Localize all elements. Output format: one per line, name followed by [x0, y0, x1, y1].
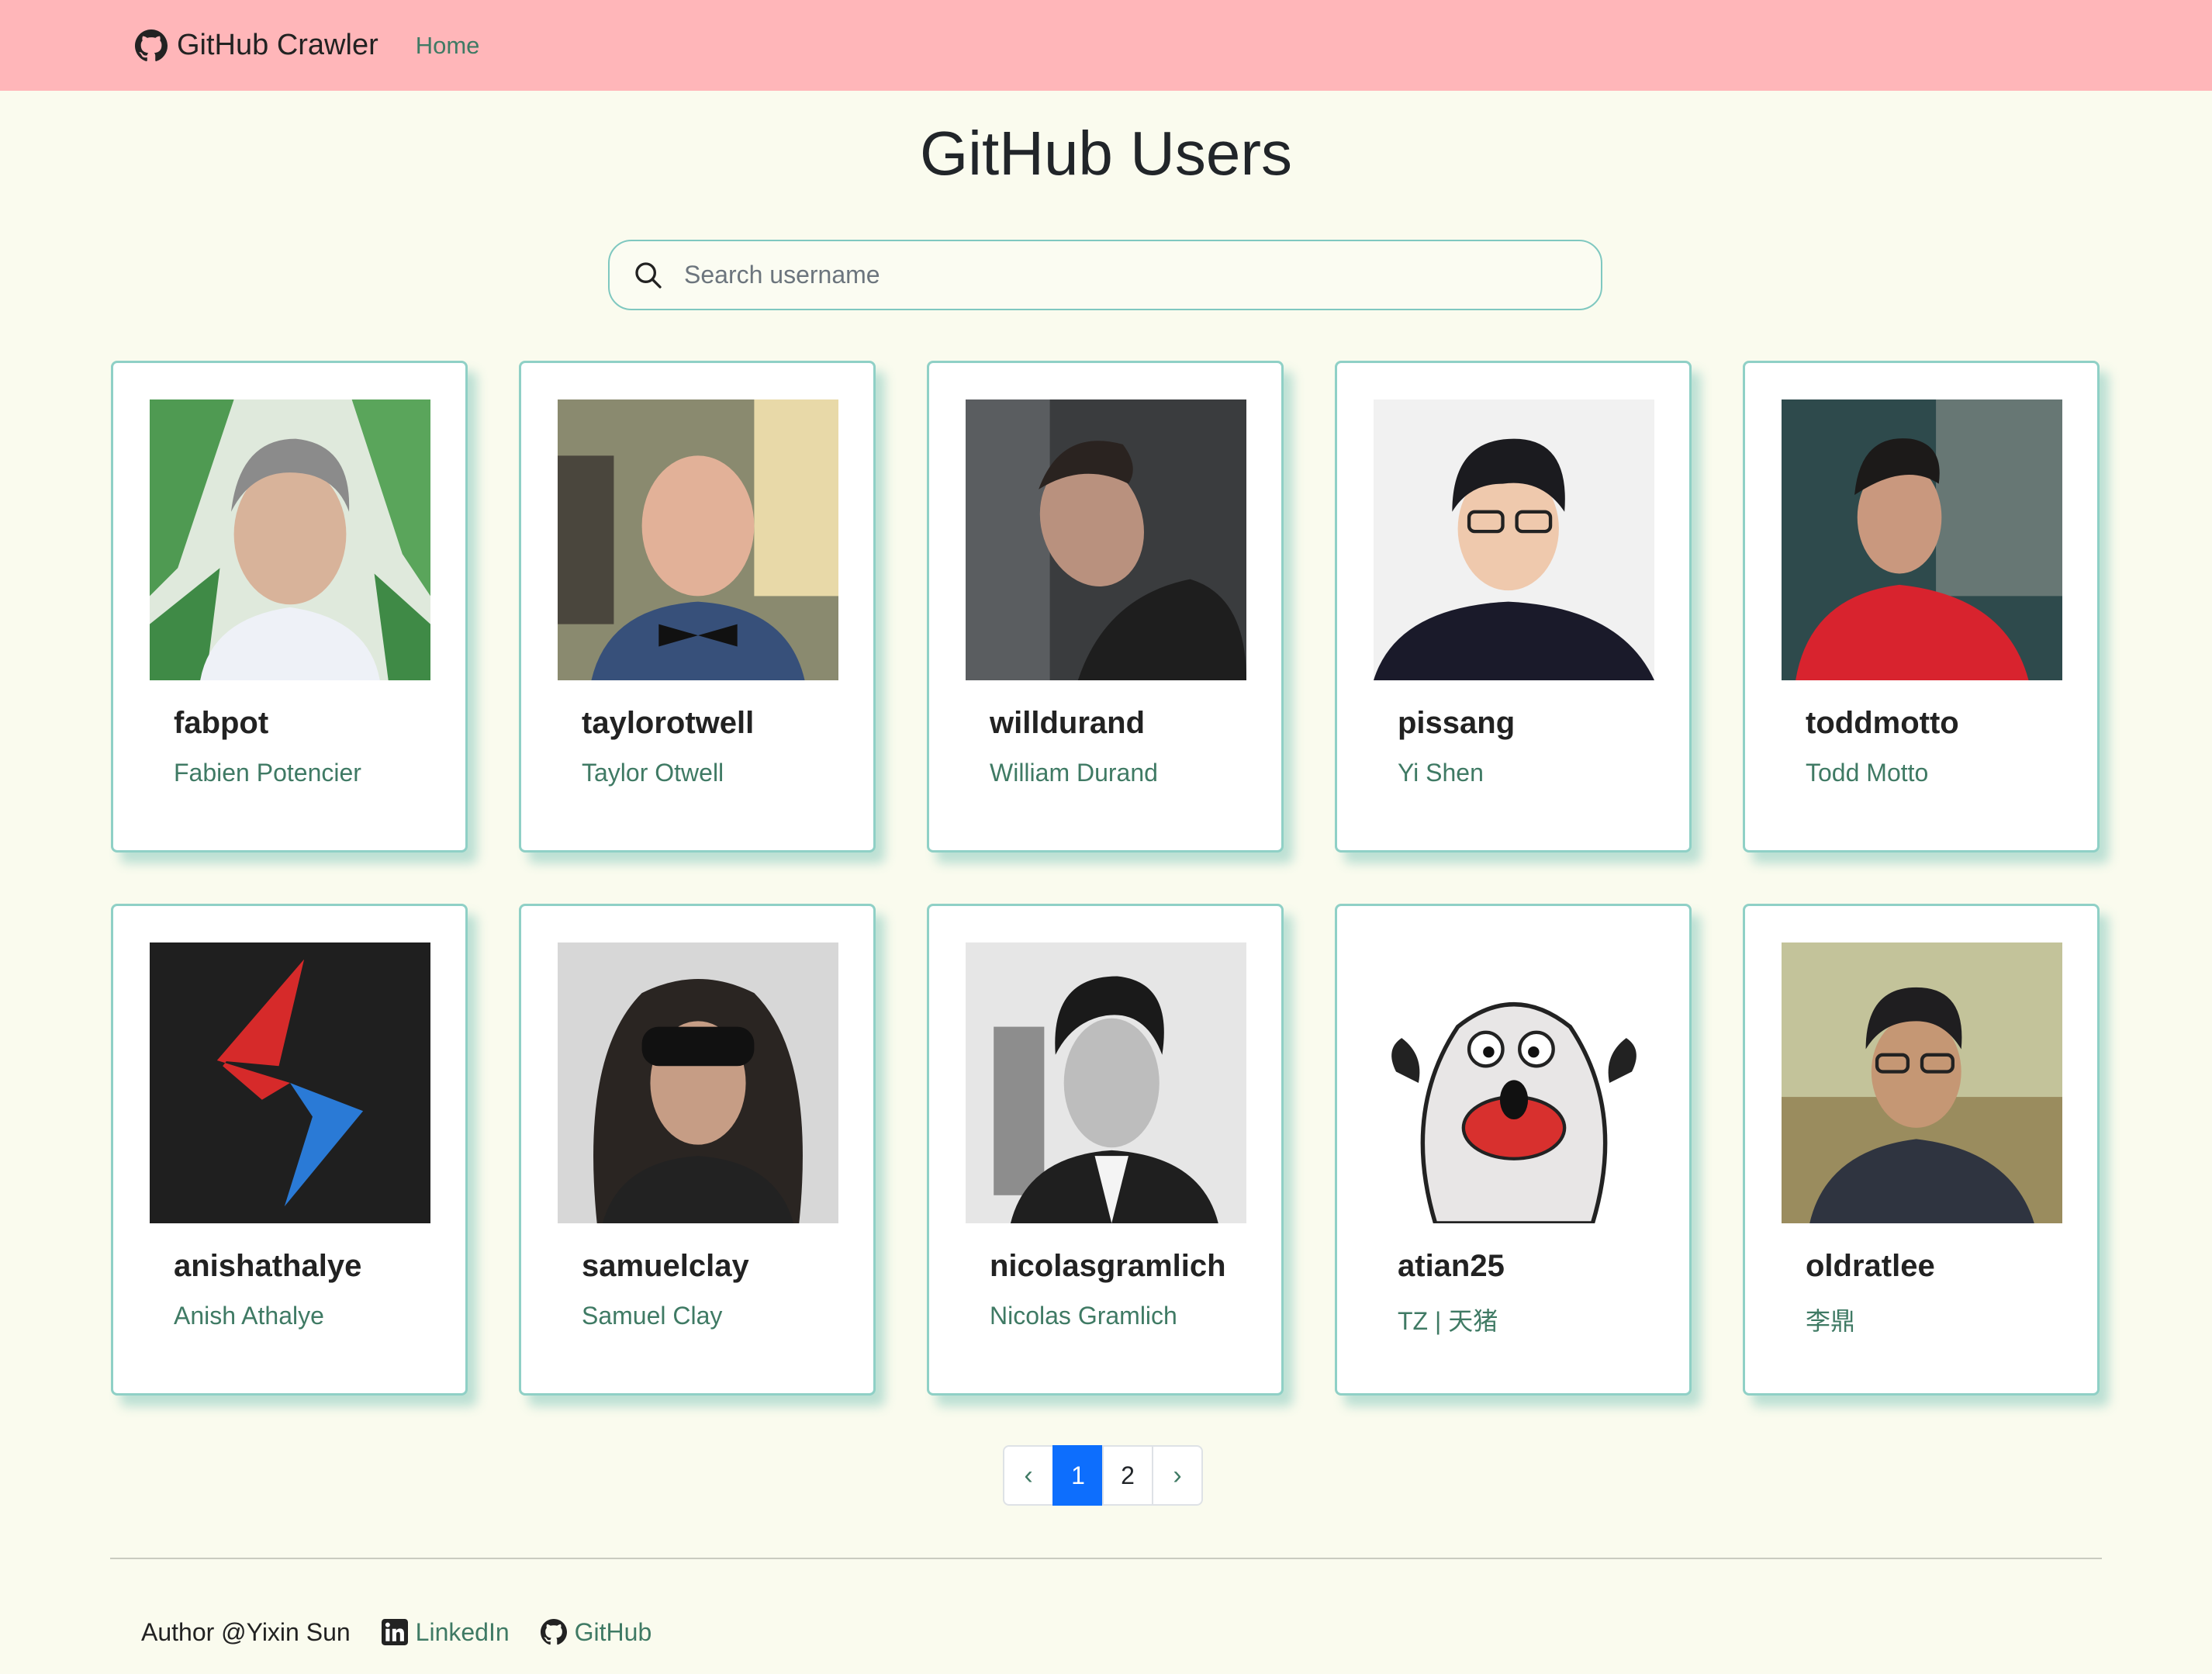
- pagination: ‹ 1 2 ›: [1003, 1445, 1203, 1506]
- nav-home-link[interactable]: Home: [416, 32, 480, 60]
- user-fullname: 李鼎: [1806, 1307, 1856, 1335]
- prev-page-button[interactable]: ‹: [1003, 1445, 1054, 1506]
- user-card[interactable]: fabpot Fabien Potencier: [111, 361, 468, 853]
- user-fullname: Taylor Otwell: [582, 759, 724, 787]
- user-fullname: William Durand: [990, 759, 1158, 787]
- user-fullname: Samuel Clay: [582, 1302, 723, 1330]
- user-card[interactable]: samuelclay Samuel Clay: [519, 904, 876, 1396]
- footer: Author @Yixin Sun LinkedIn GitHub: [141, 1615, 652, 1649]
- search-icon: [635, 261, 662, 289]
- user-login: toddmotto: [1806, 706, 1959, 740]
- search-box: [608, 240, 1602, 310]
- search-input[interactable]: [684, 261, 1537, 289]
- brand-link[interactable]: GitHub Crawler: [135, 29, 378, 62]
- avatar: [558, 942, 838, 1223]
- avatar: [1782, 942, 2062, 1223]
- avatar: [1374, 942, 1654, 1223]
- user-login: samuelclay: [582, 1249, 749, 1283]
- footer-author: Author @Yixin Sun: [141, 1617, 351, 1646]
- user-fullname: Fabien Potencier: [174, 759, 361, 787]
- user-login: fabpot: [174, 706, 269, 740]
- user-card[interactable]: anishathalye Anish Athalye: [111, 904, 468, 1396]
- page-1-button[interactable]: 1: [1052, 1445, 1104, 1506]
- github-icon: [540, 1619, 567, 1645]
- next-page-button[interactable]: ›: [1152, 1445, 1203, 1506]
- user-card[interactable]: taylorotwell Taylor Otwell: [519, 361, 876, 853]
- github-label: GitHub: [574, 1617, 652, 1646]
- navbar: GitHub Crawler Home: [0, 0, 2212, 91]
- linkedin-icon: [381, 1619, 408, 1645]
- user-card[interactable]: atian25 TZ | 天猪: [1335, 904, 1692, 1396]
- user-card[interactable]: toddmotto Todd Motto: [1743, 361, 2100, 853]
- avatar: [150, 399, 430, 680]
- avatar: [150, 942, 430, 1223]
- user-fullname: Yi Shen: [1398, 759, 1484, 787]
- brand-title: GitHub Crawler: [177, 29, 378, 61]
- user-card[interactable]: pissang Yi Shen: [1335, 361, 1692, 853]
- user-login: oldratlee: [1806, 1249, 1935, 1283]
- user-card[interactable]: nicolasgramlich Nicolas Gramlich: [927, 904, 1284, 1396]
- page-2-button[interactable]: 2: [1102, 1445, 1153, 1506]
- user-login: taylorotwell: [582, 706, 755, 740]
- footer-divider: [110, 1558, 2102, 1559]
- user-fullname: Anish Athalye: [174, 1302, 324, 1330]
- avatar: [1782, 399, 2062, 680]
- user-login: willdurand: [990, 706, 1145, 740]
- user-login: pissang: [1398, 706, 1516, 740]
- github-icon: [135, 29, 168, 61]
- page-title: GitHub Users: [919, 119, 1293, 188]
- user-fullname: Nicolas Gramlich: [990, 1302, 1177, 1330]
- linkedin-link[interactable]: LinkedIn: [381, 1617, 510, 1647]
- user-login: nicolasgramlich: [990, 1249, 1226, 1283]
- user-card[interactable]: willdurand William Durand: [927, 361, 1284, 853]
- user-login: atian25: [1398, 1249, 1505, 1283]
- user-fullname: Todd Motto: [1806, 759, 1929, 787]
- github-link[interactable]: GitHub: [540, 1617, 652, 1647]
- linkedin-label: LinkedIn: [415, 1617, 510, 1646]
- user-fullname: TZ | 天猪: [1398, 1307, 1498, 1335]
- user-login: anishathalye: [174, 1249, 362, 1283]
- user-card[interactable]: oldratlee 李鼎: [1743, 904, 2100, 1396]
- avatar: [966, 399, 1246, 680]
- avatar: [1374, 399, 1654, 680]
- avatar: [966, 942, 1246, 1223]
- avatar: [558, 399, 838, 680]
